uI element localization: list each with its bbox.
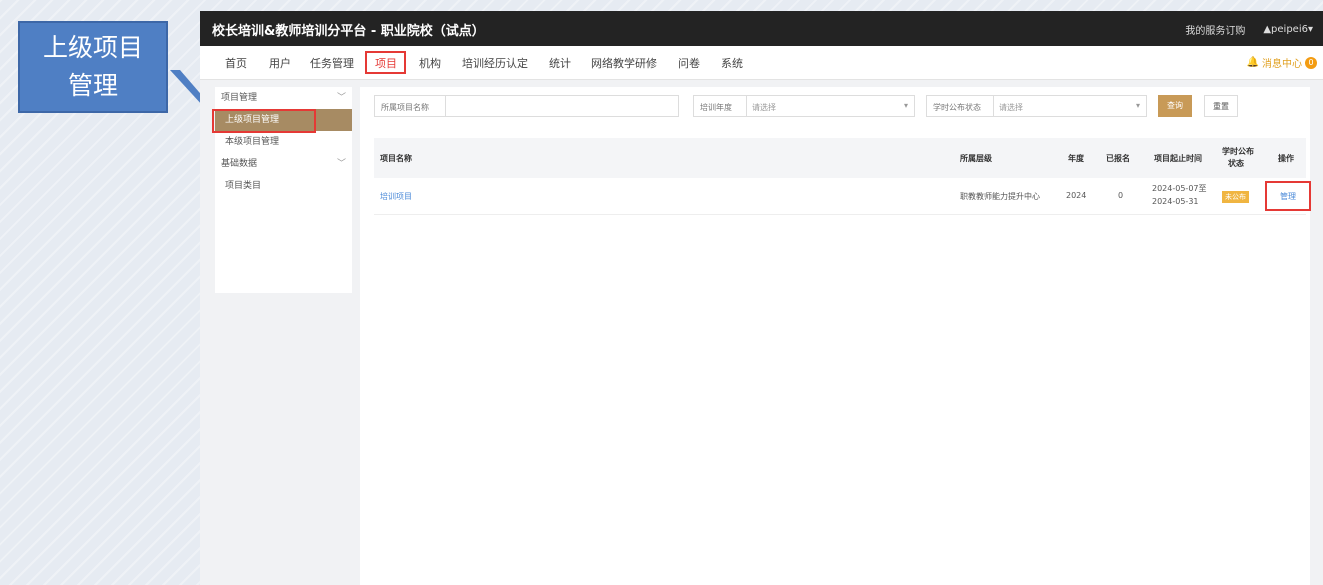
reset-button[interactable]: 重置 [1204,95,1238,117]
chevron-down-icon: ﹀ [336,93,346,103]
nav-users[interactable]: 用户 [269,55,291,71]
nav-stats[interactable]: 统计 [549,55,571,71]
project-name-label: 所属项目名称 [381,103,429,112]
nav-system[interactable]: 系统 [721,55,743,71]
project-name-link[interactable]: 培训项目 [380,191,412,202]
manage-highlight-box [1265,181,1311,211]
sidebar-group-project[interactable]: 项目管理 ﹀ [215,87,352,109]
status-select[interactable]: 学时公布状态 请选择 ▾ [926,95,1147,117]
th-status-line2: 状态 [1228,159,1244,168]
project-year: 2024 [1066,191,1087,200]
project-start: 2024-05-07至 [1152,184,1207,193]
sidebar-group-basic-data-label: 基础数据 [221,159,258,169]
project-level: 职教教师能力提升中心 [960,192,1040,201]
nav-highlight-box [365,51,406,74]
th-enrolled: 已报名 [1106,154,1130,163]
status-placeholder: 请选择 [999,103,1023,112]
project-name-filter[interactable]: 所属项目名称 [374,95,679,117]
th-status-line1: 学时公布 [1222,147,1254,156]
nav-org[interactable]: 机构 [419,55,441,71]
year-select[interactable]: 培训年度 请选择 ▾ [693,95,915,117]
th-action: 操作 [1278,154,1294,163]
callout-line1: 上级项目 [42,33,143,62]
sidebar-group-basic-data[interactable]: 基础数据 ﹀ [215,153,352,175]
year-label: 培训年度 [700,103,732,112]
chevron-down-icon: ▾ [1135,101,1140,110]
callout-line2: 管理 [67,71,118,100]
nav-training-cert[interactable]: 培训经历认定 [462,55,528,71]
nav-home[interactable]: 首页 [225,55,247,71]
table-row: 培训项目 职教教师能力提升中心 2024 0 2024-05-07至 2024-… [374,178,1306,215]
app-window: 校长培训&教师培训分平台 - 职业院校（试点） 我的服务订购 ▲peipei6▾… [200,11,1323,585]
nav-survey[interactable]: 问卷 [678,55,700,71]
table-header: 项目名称 所属层级 年度 已报名 项目起止时间 学时公布 状态 操作 [374,138,1306,179]
search-button[interactable]: 查询 [1158,95,1192,117]
divider [746,96,747,116]
th-level: 所属层级 [960,154,992,163]
message-center-label: 消息中心 [1262,59,1302,70]
chevron-down-icon: ▾ [903,101,908,110]
message-center[interactable]: 🔔 消息中心 0 [1247,55,1317,70]
nav-tasks[interactable]: 任务管理 [310,55,354,71]
callout-box: 上级项目 管理 [18,21,168,113]
app-title: 校长培训&教师培训分平台 - 职业院校（试点） [212,24,485,39]
user-menu[interactable]: ▲peipei6▾ [1263,24,1313,35]
main-panel: 所属项目名称 培训年度 请选择 ▾ 学时公布状态 请选择 ▾ 查询 重置 项目名… [360,87,1310,585]
top-bar: 校长培训&教师培训分平台 - 职业院校（试点） 我的服务订购 ▲peipei6▾ [200,11,1323,46]
divider [993,96,994,116]
sidebar-item-local-projects[interactable]: 本级项目管理 [215,131,352,153]
top-right: 我的服务订购 ▲peipei6▾ [1185,22,1313,37]
bell-icon: 🔔 [1246,57,1259,68]
divider [445,96,446,116]
year-placeholder: 请选择 [752,103,776,112]
project-end: 2024-05-31 [1152,197,1199,206]
sidebar-group-project-label: 项目管理 [221,93,258,103]
th-year: 年度 [1068,154,1084,163]
status-badge: 未公布 [1222,191,1249,203]
status-label: 学时公布状态 [933,103,981,112]
service-link[interactable]: 我的服务订购 [1185,22,1245,37]
message-count-badge: 0 [1305,56,1317,69]
sidebar-item-category[interactable]: 项目类目 [215,175,352,197]
chevron-down-icon: ﹀ [336,159,346,169]
sidebar-highlight-box [212,109,316,133]
th-name: 项目名称 [380,154,412,163]
project-enrolled: 0 [1118,191,1124,200]
nav-online-research[interactable]: 网络教学研修 [591,55,657,71]
th-period: 项目起止时间 [1154,154,1202,163]
